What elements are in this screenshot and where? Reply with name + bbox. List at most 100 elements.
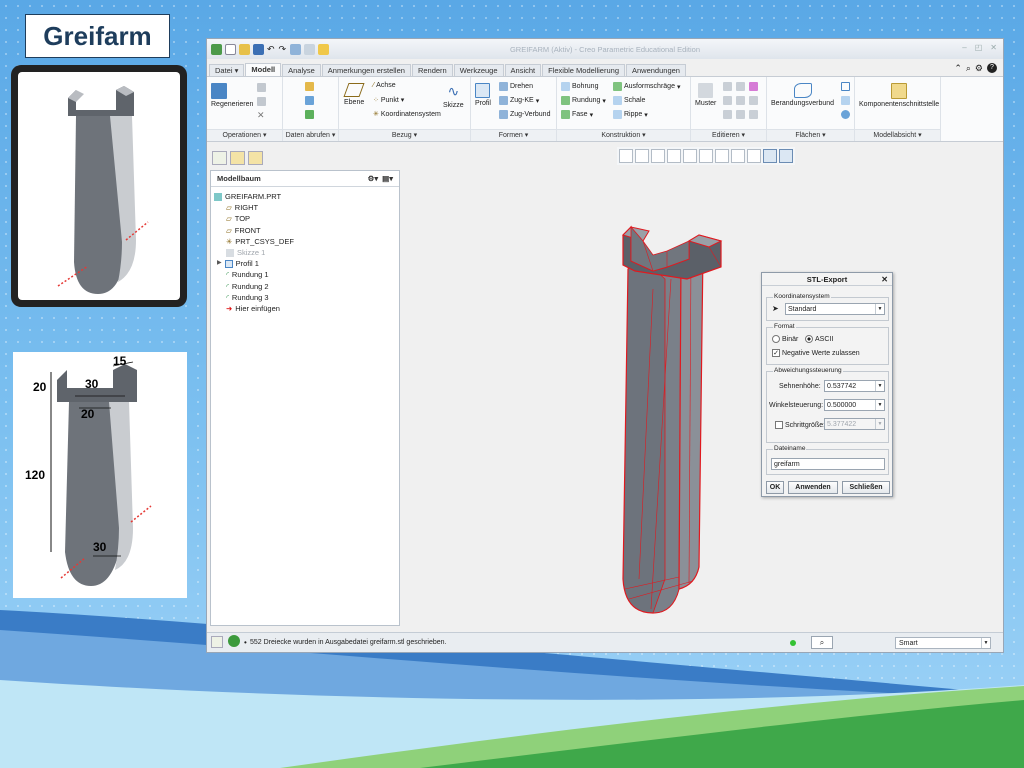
minimize-icon[interactable]: –	[962, 43, 966, 52]
saved-orientations-icon[interactable]	[699, 149, 713, 163]
graphics-area[interactable]	[403, 169, 1003, 632]
find-icon[interactable]: ⌕	[811, 636, 833, 649]
rippe-button[interactable]: Rippe ▾	[613, 110, 648, 119]
berandungsverbund-button[interactable]: Berandungsverbund	[771, 83, 834, 107]
datum-display-icon[interactable]	[747, 149, 761, 163]
offset-icon[interactable]	[736, 96, 745, 105]
mirror-icon[interactable]	[723, 82, 732, 91]
tab-werkzeuge[interactable]: Werkzeuge	[453, 64, 504, 76]
annotation-display-icon[interactable]	[779, 149, 793, 163]
perspective-icon[interactable]	[731, 149, 745, 163]
tree-settings-icon[interactable]: ⚙▾	[368, 174, 379, 183]
tab-flexible-modellierung[interactable]: Flexible Modellierung	[542, 64, 625, 76]
style-icon[interactable]	[841, 96, 850, 105]
fill-icon[interactable]	[841, 82, 850, 91]
punkt-button[interactable]: ⁘ Punkt ▾	[373, 96, 404, 105]
tree-item-part[interactable]: GREIFARM.PRT	[214, 191, 399, 202]
komponentenschnittstelle-button[interactable]: Komponentenschnittstelle	[859, 83, 939, 108]
tab-modell[interactable]: Modell	[245, 63, 282, 76]
regenerieren-button[interactable]: Regenerieren	[211, 83, 253, 108]
project-icon[interactable]	[723, 110, 732, 119]
shrinkwrap-icon[interactable]	[305, 110, 314, 119]
koordinatensystem-select[interactable]: Standard ▼	[785, 303, 885, 315]
binaer-radio[interactable]: Binär	[772, 335, 798, 343]
koordinatensystem-button[interactable]: ✳ Koordinatensystem	[373, 110, 441, 119]
ausformschraege-button[interactable]: Ausformschräge ▾	[613, 82, 680, 91]
ascii-radio[interactable]: ASCII	[805, 335, 833, 343]
user-defined-feature-icon[interactable]	[305, 82, 314, 91]
tree-item-rundung-1[interactable]: ◜ Rundung 1	[214, 269, 399, 280]
group-label-modellabsicht[interactable]: Modellabsicht ▾	[855, 129, 940, 141]
freestyle-icon[interactable]	[841, 110, 850, 119]
schale-button[interactable]: Schale	[613, 96, 645, 105]
favorites-tab-icon[interactable]	[248, 151, 263, 165]
minimize-ribbon-icon[interactable]: ⌃	[954, 63, 962, 74]
select-arrow-icon[interactable]: ➤	[772, 304, 779, 313]
tab-anmerkungen[interactable]: Anmerkungen erstellen	[321, 64, 411, 76]
tab-datei[interactable]: Datei ▾	[209, 64, 245, 76]
group-label-operationen[interactable]: Operationen ▾	[207, 129, 282, 141]
extend-icon[interactable]	[723, 96, 732, 105]
copy-geometry-icon[interactable]	[305, 96, 314, 105]
thicken-icon[interactable]	[736, 110, 745, 119]
tree-item-front[interactable]: ▱ FRONT	[214, 225, 399, 236]
model-tree-tab-icon[interactable]	[212, 151, 227, 165]
group-label-konstruktion[interactable]: Konstruktion ▾	[557, 129, 690, 141]
solidify-icon[interactable]	[749, 110, 758, 119]
help-icon[interactable]: ?	[987, 63, 997, 73]
group-label-editieren[interactable]: Editieren ▾	[691, 129, 766, 141]
intersect-icon[interactable]	[749, 96, 758, 105]
tab-ansicht[interactable]: Ansicht	[504, 64, 542, 76]
tree-item-csys[interactable]: ✳ PRT_CSYS_DEF	[214, 236, 399, 247]
ebene-button[interactable]: Ebene	[343, 83, 365, 106]
schliessen-button[interactable]: Schließen	[842, 481, 890, 494]
zug-ke-button[interactable]: Zug-KE ▾	[499, 96, 539, 105]
tree-item-profil[interactable]: ▶ Profil 1	[214, 258, 399, 269]
spin-center-icon[interactable]	[763, 149, 777, 163]
tree-columns-icon[interactable]: ▤▾	[382, 174, 393, 183]
tab-rendern[interactable]: Rendern	[411, 64, 453, 76]
sehnenhoehe-input[interactable]: 0.537742 ▼	[824, 380, 885, 392]
rundung-button[interactable]: Rundung ▾	[561, 96, 606, 105]
refit-icon[interactable]	[619, 149, 633, 163]
profil-button[interactable]: Profil	[475, 83, 491, 107]
group-label-formen[interactable]: Formen ▾	[471, 129, 556, 141]
drehen-button[interactable]: Drehen	[499, 82, 533, 91]
tree-item-top[interactable]: ▱ TOP	[214, 213, 399, 224]
group-label-flaechen[interactable]: Flächen ▾	[767, 129, 854, 141]
zoom-in-icon[interactable]	[635, 149, 649, 163]
show-navigator-icon[interactable]	[211, 636, 223, 648]
muster-button[interactable]: Muster	[695, 83, 716, 107]
winkelsteuerung-input[interactable]: 0.500000 ▼	[824, 399, 885, 411]
dateiname-input[interactable]: greifarm	[771, 458, 885, 470]
globe-icon[interactable]	[228, 635, 240, 647]
tree-item-rundung-2[interactable]: ◜ Rundung 2	[214, 281, 399, 292]
tree-item-skizze[interactable]: Skizze 1	[214, 247, 399, 258]
ok-button[interactable]: OK	[766, 481, 784, 494]
bohrung-button[interactable]: Bohrung	[561, 82, 598, 91]
achse-button[interactable]: ⁄ Achse	[373, 82, 396, 89]
paste-icon[interactable]	[257, 97, 266, 106]
delete-icon[interactable]: ✕	[257, 110, 265, 121]
expand-arrow-icon[interactable]: ▶	[217, 258, 222, 269]
tree-item-right[interactable]: ▱ RIGHT	[214, 202, 399, 213]
negative-werte-checkbox[interactable]: ✓ Negative Werte zulassen	[772, 349, 860, 357]
folder-browser-tab-icon[interactable]	[230, 151, 245, 165]
skizze-button[interactable]: ∿ Skizze	[443, 83, 464, 109]
anwenden-button[interactable]: Anwenden	[788, 481, 838, 494]
copy-icon[interactable]	[257, 83, 266, 92]
display-style-icon[interactable]	[683, 149, 697, 163]
tree-item-insert-here[interactable]: ➜ Hier einfügen	[214, 303, 399, 314]
selection-filter-select[interactable]: Smart ▼	[895, 637, 991, 649]
group-label-bezug[interactable]: Bezug ▾	[339, 129, 470, 141]
view-manager-icon[interactable]	[715, 149, 729, 163]
trim-icon[interactable]	[736, 82, 745, 91]
close-icon[interactable]: ✕	[990, 43, 997, 52]
tree-item-rundung-3[interactable]: ◜ Rundung 3	[214, 292, 399, 303]
fase-button[interactable]: Fase ▾	[561, 110, 593, 119]
search-icon[interactable]: ⌕	[966, 63, 971, 74]
schrittgroesse-checkbox[interactable]: Schrittgröße:	[775, 421, 825, 429]
group-label-daten-abrufen[interactable]: Daten abrufen ▾	[283, 129, 338, 141]
repaint-icon[interactable]	[667, 149, 681, 163]
tab-anwendungen[interactable]: Anwendungen	[626, 64, 686, 76]
